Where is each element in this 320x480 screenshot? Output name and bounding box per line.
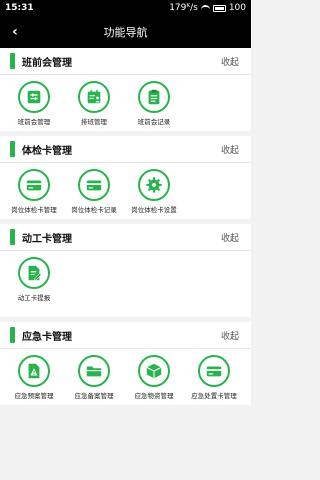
nav-item-label: 应急备案管理 — [74, 392, 114, 400]
nav-item-label: 班前会管理 — [17, 118, 51, 126]
nav-item-emergency-plan[interactable]: 应急预案管理 — [4, 355, 64, 401]
status-bar: 15:31 179ᴷ/s 100 — [0, 0, 251, 16]
box-icon — [138, 355, 170, 387]
nav-item-emergency-supplies[interactable]: 应急物资管理 — [124, 355, 184, 401]
schedule-icon — [78, 81, 110, 113]
section-title: 动工卡管理 — [22, 233, 72, 245]
collapse-button[interactable]: 收起 — [221, 55, 239, 68]
nav-item-emergency-card[interactable]: 应急处置卡管理 — [184, 355, 244, 401]
nav-item-checkcard-manage[interactable]: 岗位体检卡管理 — [4, 169, 64, 215]
section-accent-bar — [10, 229, 15, 245]
gear-icon — [138, 169, 170, 201]
nav-item-label: 排班管理 — [81, 118, 107, 126]
folder-icon — [78, 355, 110, 387]
status-indicators: 179ᴷ/s 100 — [169, 3, 246, 13]
wifi-icon — [200, 4, 210, 12]
collapse-button[interactable]: 收起 — [221, 143, 239, 156]
nav-item-label: 岗位体检卡设置 — [131, 206, 177, 214]
back-button[interactable]: ‹ — [0, 24, 30, 40]
status-time: 15:31 — [5, 3, 34, 13]
warning-doc-icon — [18, 355, 50, 387]
nav-item-meeting-record[interactable]: 班前会记录 — [124, 81, 184, 127]
nav-item-label: 班前会记录 — [137, 118, 171, 126]
collapse-button[interactable]: 收起 — [221, 231, 239, 244]
nav-item-label: 应急预案管理 — [14, 392, 54, 400]
section-header-emergency: 应急卡管理 收起 — [0, 322, 251, 349]
record-icon — [138, 81, 170, 113]
page-title: 功能导航 — [103, 26, 148, 39]
section-header-checkcard: 体检卡管理 收起 — [0, 136, 251, 163]
collapse-button[interactable]: 收起 — [221, 329, 239, 342]
nav-item-workcard-report[interactable]: 动工卡提报 — [4, 257, 64, 303]
section-accent-bar — [10, 327, 15, 343]
section-header-meeting: 班前会管理 收起 — [0, 48, 251, 75]
nav-item-label: 岗位体检卡记录 — [71, 206, 117, 214]
nav-item-label: 动工卡提报 — [17, 294, 51, 302]
nav-item-emergency-filing[interactable]: 应急备案管理 — [64, 355, 124, 401]
section-grid-workcard: 动工卡提报 — [0, 251, 251, 317]
edit-doc-icon — [18, 257, 50, 289]
battery-icon — [212, 4, 226, 12]
nav-item-checkcard-record[interactable]: 岗位体检卡记录 — [64, 169, 124, 215]
nav-item-label: 岗位体检卡管理 — [11, 206, 57, 214]
nav-item-schedule[interactable]: 排班管理 — [64, 81, 124, 127]
section-title: 体检卡管理 — [22, 145, 72, 157]
section-title: 班前会管理 — [22, 57, 72, 69]
nav-bar: ‹ 功能导航 — [0, 16, 251, 48]
card-icon — [78, 169, 110, 201]
card-icon — [198, 355, 230, 387]
section-grid-emergency: 应急预案管理 应急备案管理 应急物资管理 应急处置卡管理 — [0, 349, 251, 405]
section-accent-bar — [10, 141, 15, 157]
section-accent-bar — [10, 53, 15, 69]
card-icon — [18, 169, 50, 201]
nav-item-label: 应急处置卡管理 — [191, 392, 237, 400]
section-title: 应急卡管理 — [22, 331, 72, 343]
nav-item-meeting-manage[interactable]: 班前会管理 — [4, 81, 64, 127]
section-header-workcard: 动工卡管理 收起 — [0, 224, 251, 251]
network-speed: 179ᴷ/s — [169, 3, 198, 13]
section-grid-meeting: 班前会管理 排班管理 班前会记录 — [0, 75, 251, 131]
nav-item-checkcard-settings[interactable]: 岗位体检卡设置 — [124, 169, 184, 215]
meeting-icon — [18, 81, 50, 113]
section-grid-checkcard: 岗位体检卡管理 岗位体检卡记录 岗位体检卡设置 — [0, 163, 251, 219]
battery-level: 100 — [228, 3, 246, 13]
nav-item-label: 应急物资管理 — [134, 392, 174, 400]
